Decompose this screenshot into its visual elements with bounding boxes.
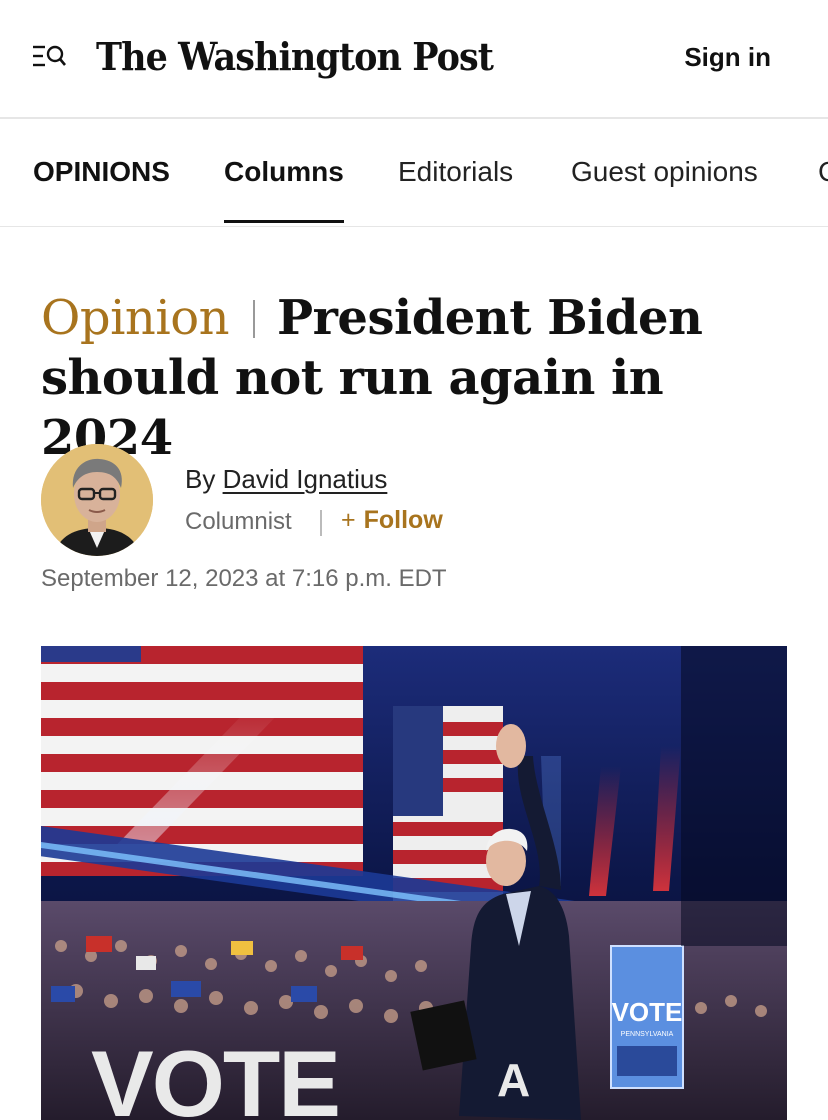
author-avatar[interactable] bbox=[41, 444, 153, 556]
plus-icon: + bbox=[341, 506, 356, 534]
site-header: The Washington Post Sign in bbox=[0, 0, 828, 119]
nav-item-columns[interactable]: Columns bbox=[224, 156, 344, 223]
byline: By David Ignatius bbox=[185, 464, 387, 495]
byline-prefix: By bbox=[185, 464, 216, 494]
author-link[interactable]: David Ignatius bbox=[223, 464, 388, 494]
author-portrait bbox=[41, 444, 153, 556]
follow-button[interactable]: + Follow bbox=[341, 506, 443, 535]
section-nav: OPINIONS Columns Editorials Guest opinio… bbox=[0, 119, 828, 227]
vote-pennsylvania-sign: VOTE PENNSYLVANIA bbox=[610, 945, 684, 1089]
site-logo[interactable]: The Washington Post bbox=[96, 34, 494, 79]
rally-photo: VOTE PENNSYLVANIA VOTE A bbox=[41, 646, 787, 1120]
menu-search-icon[interactable] bbox=[32, 44, 66, 70]
lead-photo[interactable]: VOTE PENNSYLVANIA VOTE A bbox=[41, 646, 787, 1120]
opinion-kicker[interactable]: Opinion bbox=[41, 290, 230, 346]
nav-item-guest-opinions[interactable]: Guest opinions bbox=[571, 156, 758, 188]
vote-side-text: VOTE bbox=[612, 997, 683, 1027]
nav-item-overflow[interactable]: C bbox=[818, 156, 828, 188]
letter-a-text: A bbox=[497, 1054, 530, 1106]
follow-label: Follow bbox=[363, 506, 443, 534]
author-role: Columnist bbox=[185, 508, 292, 535]
pennsylvania-text: PENNSYLVANIA bbox=[621, 1031, 674, 1038]
publish-timestamp: September 12, 2023 at 7:16 p.m. EDT bbox=[41, 565, 447, 592]
kicker-divider bbox=[253, 300, 256, 338]
vote-big-text: VOTE bbox=[91, 1031, 339, 1120]
nav-item-opinions[interactable]: OPINIONS bbox=[33, 156, 170, 188]
nav-item-editorials[interactable]: Editorials bbox=[398, 156, 513, 188]
sign-in-button[interactable]: Sign in bbox=[684, 42, 771, 73]
article-headline: Opinion President Biden should not run ag… bbox=[41, 288, 801, 468]
role-divider bbox=[320, 510, 322, 536]
